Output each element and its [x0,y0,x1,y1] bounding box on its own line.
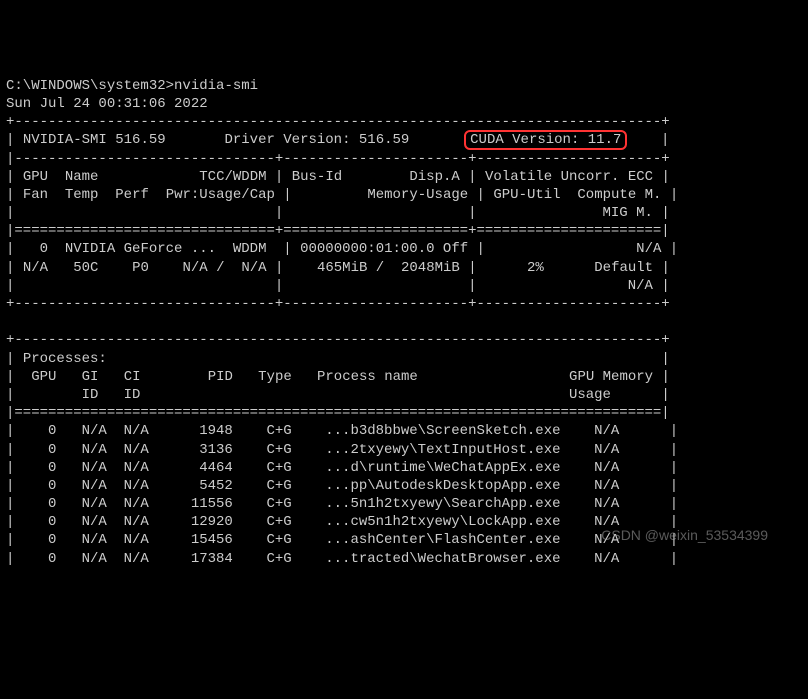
driver-label: Driver Version: [224,132,350,148]
timestamp-line: Sun Jul 24 00:31:06 2022 [6,96,208,112]
driver-version: 516.59 [359,132,409,148]
smi-version-label: NVIDIA-SMI [23,132,107,148]
prompt-path: C:\WINDOWS\system32> [6,78,174,94]
command-text: nvidia-smi [174,78,258,94]
processes-header: Processes: [23,351,107,367]
process-table-rows: | 0 N/A N/A 1948 C+G ...b3d8bbwe\ScreenS… [6,423,678,566]
terminal-output: C:\WINDOWS\system32>nvidia-smi Sun Jul 2… [0,73,808,572]
smi-version: 516.59 [115,132,165,148]
cuda-version-highlight: CUDA Version: 11.7 [464,130,627,150]
